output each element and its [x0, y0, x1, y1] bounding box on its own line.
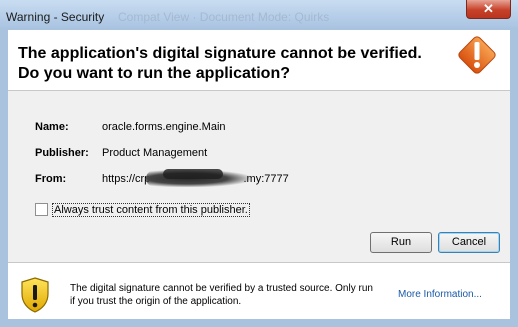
trust-publisher-checkbox[interactable]	[35, 203, 48, 216]
from-label: From:	[35, 173, 67, 185]
window-title: Warning - Security	[6, 10, 105, 24]
header-title: The application's digital signature cann…	[18, 44, 438, 84]
title-bar[interactable]: Warning - Security Compat View · Documen…	[0, 0, 518, 28]
from-value-suffix: .my:7777	[243, 173, 289, 185]
background-window-title: Compat View · Document Mode: Quirks	[118, 10, 330, 24]
run-button[interactable]: Run	[370, 232, 432, 253]
footer-message: The digital signature cannot be verified…	[70, 283, 373, 307]
close-button[interactable]: ✕	[466, 0, 511, 19]
trust-publisher-label[interactable]: Always trust content from this publisher…	[52, 203, 250, 217]
name-value: oracle.forms.engine.Main	[102, 121, 226, 133]
header-title-line1: The application's digital signature cann…	[18, 45, 422, 62]
shield-warning-icon	[21, 277, 49, 313]
warning-diamond-icon	[458, 36, 496, 74]
more-information-link[interactable]: More Information...	[398, 289, 482, 300]
name-label: Name:	[35, 121, 69, 133]
security-warning-dialog: Warning - Security Compat View · Documen…	[0, 0, 518, 327]
dialog-body: Name: oracle.forms.engine.Main Publisher…	[8, 90, 510, 262]
redaction-scribble-core	[163, 169, 223, 179]
publisher-value: Product Management	[102, 147, 208, 159]
dialog-footer: The digital signature cannot be verified…	[8, 262, 510, 319]
cancel-button[interactable]: Cancel	[438, 232, 500, 253]
publisher-label: Publisher:	[35, 147, 89, 159]
dialog-header: The application's digital signature cann…	[8, 30, 510, 90]
header-title-line2: Do you want to run the application?	[18, 65, 290, 82]
